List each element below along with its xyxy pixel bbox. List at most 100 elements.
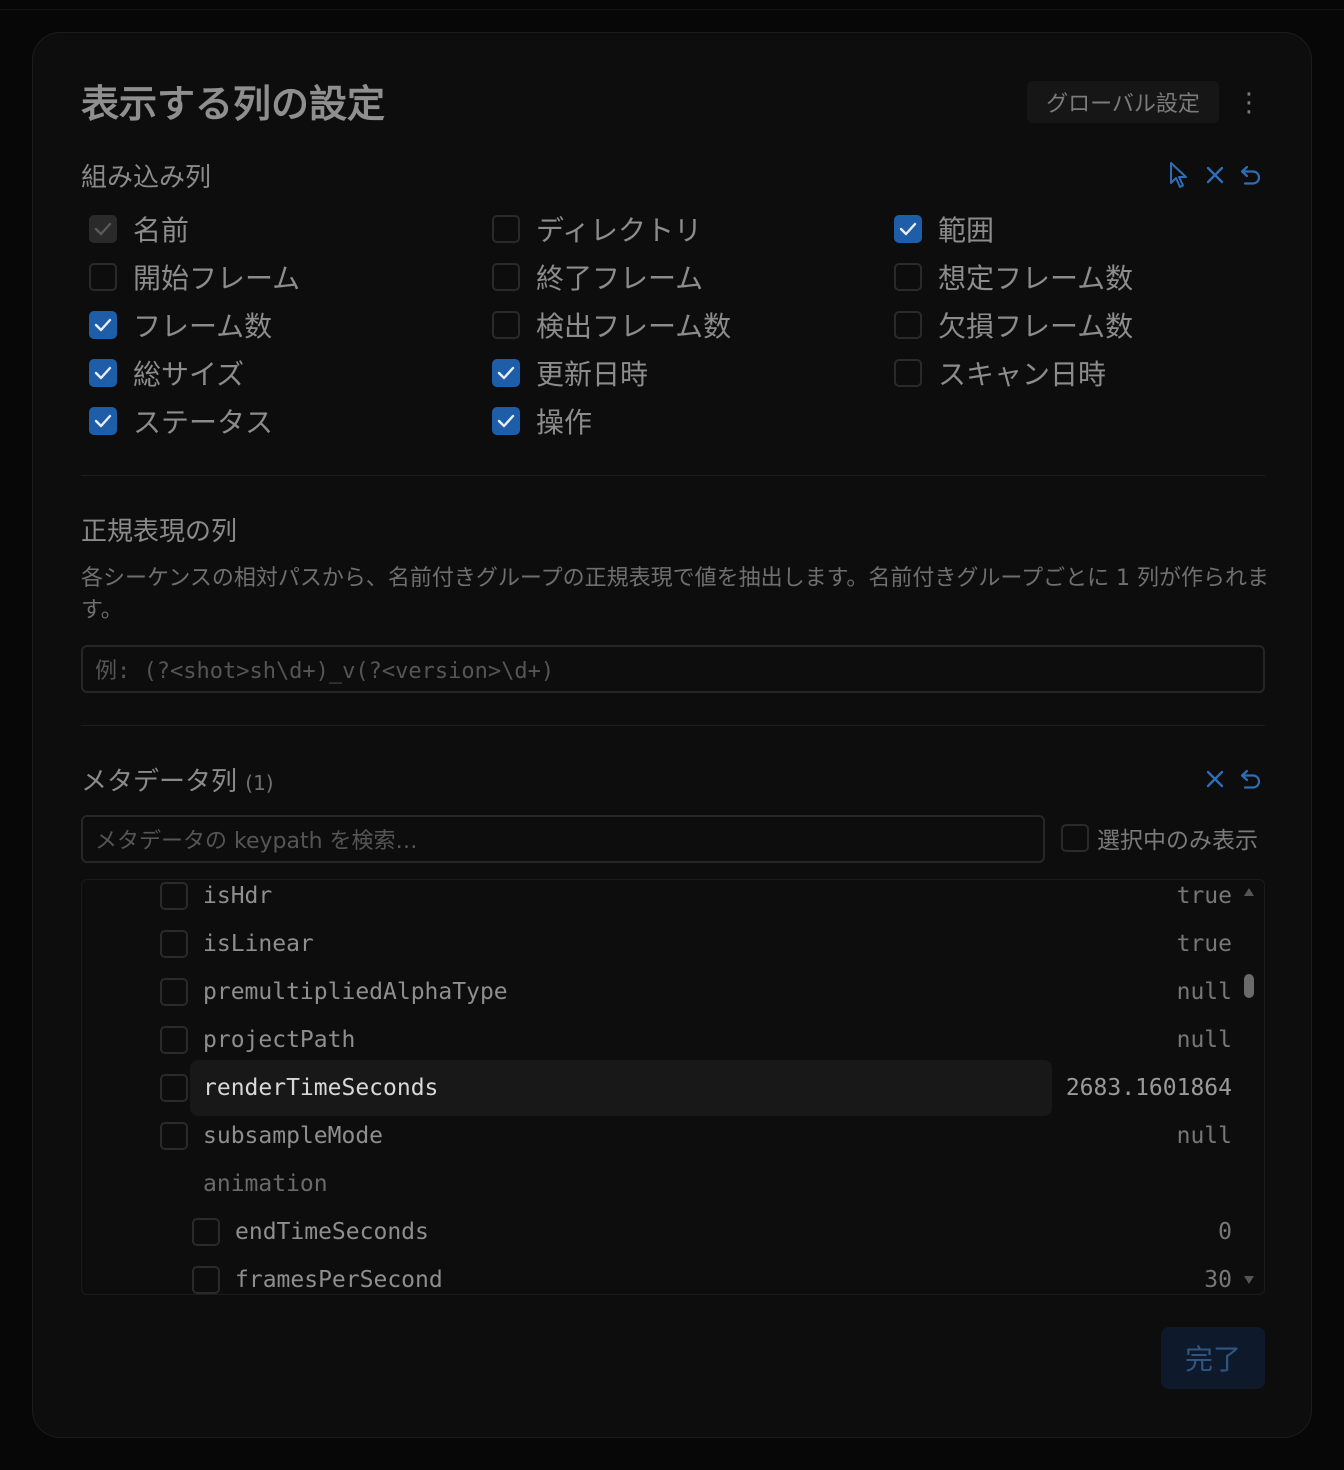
checkbox[interactable] bbox=[89, 263, 117, 291]
builtin-column-option[interactable]: 開始フレーム bbox=[89, 259, 300, 295]
regex-columns-title: 正規表現の列 bbox=[81, 517, 238, 547]
builtin-column-option[interactable]: 総サイズ bbox=[89, 355, 244, 391]
section-divider bbox=[81, 475, 1265, 476]
builtin-column-label: 終了フレーム bbox=[536, 262, 704, 295]
metadata-value: 30 bbox=[1204, 1267, 1232, 1293]
metadata-value: null bbox=[1176, 1027, 1232, 1053]
metadata-keypath-list[interactable]: framesPerSecond 30 endTimeSeconds 0 animatio… bbox=[81, 879, 1265, 1295]
metadata-value: true bbox=[1176, 931, 1232, 957]
checkbox[interactable] bbox=[492, 407, 520, 435]
builtin-column-option[interactable]: 終了フレーム bbox=[492, 259, 703, 295]
metadata-row[interactable]: isLinear true bbox=[82, 930, 1264, 978]
done-button[interactable]: 完了 bbox=[1161, 1327, 1265, 1389]
metadata-checkbox[interactable] bbox=[160, 930, 188, 958]
builtin-column-label: 操作 bbox=[536, 406, 593, 439]
metadata-keypath: isHdr bbox=[203, 883, 273, 909]
metadata-keypath: endTimeSeconds bbox=[235, 1219, 429, 1245]
builtin-column-label: 範囲 bbox=[938, 214, 995, 247]
metadata-value: 0 bbox=[1218, 1219, 1232, 1245]
background-top-bar bbox=[0, 0, 1344, 10]
builtin-column-label: ステータス bbox=[133, 406, 274, 439]
metadata-keypath: framesPerSecond bbox=[235, 1267, 443, 1293]
builtin-column-option[interactable]: ステータス bbox=[89, 403, 273, 439]
metadata-keypath: isLinear bbox=[203, 931, 314, 957]
metadata-group-row: animation bbox=[82, 1170, 1264, 1218]
metadata-title-text: メタデータ列 bbox=[81, 767, 238, 797]
selected-only-checkbox[interactable] bbox=[1061, 824, 1089, 852]
builtin-column-label: 開始フレーム bbox=[133, 262, 301, 295]
background-table-left bbox=[0, 0, 34, 1470]
metadata-keypath: subsampleMode bbox=[203, 1123, 384, 1149]
metadata-checkbox[interactable] bbox=[192, 1218, 220, 1246]
metadata-search-input[interactable]: メタデータの keypath を検索… bbox=[81, 815, 1045, 863]
metadata-keypath: renderTimeSeconds bbox=[203, 1075, 439, 1101]
scroll-up-arrow-icon[interactable] bbox=[1244, 888, 1254, 896]
builtin-column-option[interactable]: ディレクトリ bbox=[492, 211, 702, 247]
metadata-value: null bbox=[1176, 979, 1232, 1005]
checkbox[interactable] bbox=[492, 359, 520, 387]
metadata-value: true bbox=[1176, 883, 1232, 909]
checkbox bbox=[89, 215, 117, 243]
metadata-clear-icon[interactable] bbox=[1201, 765, 1229, 793]
checkbox[interactable] bbox=[492, 263, 520, 291]
dialog-title: 表示する列の設定 bbox=[81, 82, 386, 126]
metadata-checkbox[interactable] bbox=[160, 1026, 188, 1054]
metadata-checkbox[interactable] bbox=[192, 1266, 220, 1294]
checkbox[interactable] bbox=[492, 215, 520, 243]
builtin-column-label: 欠損フレーム数 bbox=[938, 310, 1134, 343]
builtin-column-label: ディレクトリ bbox=[536, 214, 703, 247]
builtin-columns-grid: 名前 ディレクトリ 範囲開始フレーム 終了フレーム 想定フレーム数フレーム数 検出フレーム… bbox=[89, 211, 1289, 451]
builtin-column-option[interactable]: フレーム数 bbox=[89, 307, 272, 343]
metadata-checkbox[interactable] bbox=[160, 1122, 188, 1150]
metadata-keypath: premultipliedAlphaType bbox=[203, 979, 508, 1005]
metadata-keypath: animation bbox=[203, 1171, 328, 1197]
global-settings-button[interactable]: グローバル設定 bbox=[1027, 81, 1219, 123]
checkbox[interactable] bbox=[894, 311, 922, 339]
metadata-row[interactable]: subsampleMode null bbox=[82, 1122, 1264, 1170]
metadata-row[interactable]: renderTimeSeconds 2683.1601864 bbox=[82, 1060, 1264, 1122]
builtin-column-option[interactable]: 想定フレーム数 bbox=[894, 259, 1133, 295]
checkbox[interactable] bbox=[492, 311, 520, 339]
builtin-column-option[interactable]: 検出フレーム数 bbox=[492, 307, 731, 343]
builtin-column-option[interactable]: スキャン日時 bbox=[894, 355, 1106, 391]
metadata-checkbox[interactable] bbox=[160, 978, 188, 1006]
builtin-column-label: 総サイズ bbox=[133, 358, 245, 391]
more-options-icon[interactable]: ⋮ bbox=[1236, 83, 1262, 123]
select-all-icon[interactable] bbox=[1165, 161, 1193, 189]
clear-all-icon[interactable] bbox=[1201, 161, 1229, 189]
checkbox[interactable] bbox=[894, 359, 922, 387]
builtin-column-label: 名前 bbox=[133, 214, 190, 247]
metadata-row[interactable]: premultipliedAlphaType null bbox=[82, 978, 1264, 1026]
metadata-count: (1) bbox=[245, 771, 274, 795]
checkbox[interactable] bbox=[894, 215, 922, 243]
scrollbar-thumb[interactable] bbox=[1244, 974, 1254, 998]
builtin-column-label: スキャン日時 bbox=[938, 358, 1107, 391]
scroll-down-arrow-icon[interactable] bbox=[1244, 1276, 1254, 1284]
background-table-right bbox=[1312, 0, 1344, 1470]
regex-description: 各シーケンスの相対パスから、名前付きグループの正規表現で値を抽出します。名前付き… bbox=[81, 566, 1270, 623]
builtin-column-option[interactable]: 範囲 bbox=[894, 211, 994, 247]
builtin-column-option[interactable]: 欠損フレーム数 bbox=[894, 307, 1133, 343]
regex-input[interactable]: 例: (?<shot>sh\d+)_v(?<version>\d+) bbox=[81, 645, 1265, 693]
metadata-row[interactable]: isHdr true bbox=[82, 882, 1264, 930]
section-divider bbox=[81, 725, 1265, 726]
builtin-column-option[interactable]: 更新日時 bbox=[492, 355, 648, 391]
builtin-column-option[interactable]: 操作 bbox=[492, 403, 592, 439]
metadata-columns-title: メタデータ列 (1) bbox=[81, 761, 274, 798]
reset-icon[interactable] bbox=[1237, 161, 1265, 189]
builtin-column-option[interactable]: 名前 bbox=[89, 211, 189, 247]
metadata-row[interactable]: endTimeSeconds 0 bbox=[82, 1218, 1264, 1266]
metadata-checkbox[interactable] bbox=[160, 1074, 188, 1102]
metadata-checkbox[interactable] bbox=[160, 882, 188, 910]
metadata-reset-icon[interactable] bbox=[1237, 765, 1265, 793]
metadata-row[interactable]: framesPerSecond 30 bbox=[82, 1266, 1264, 1294]
checkbox[interactable] bbox=[894, 263, 922, 291]
builtin-column-label: 想定フレーム数 bbox=[938, 262, 1134, 295]
checkbox[interactable] bbox=[89, 407, 117, 435]
metadata-value: null bbox=[1176, 1123, 1232, 1149]
builtin-columns-title: 組み込み列 bbox=[81, 163, 212, 193]
checkbox[interactable] bbox=[89, 311, 117, 339]
selected-only-toggle[interactable]: 選択中のみ表示 bbox=[1061, 821, 1258, 855]
metadata-row[interactable]: projectPath null bbox=[82, 1026, 1264, 1074]
checkbox[interactable] bbox=[89, 359, 117, 387]
